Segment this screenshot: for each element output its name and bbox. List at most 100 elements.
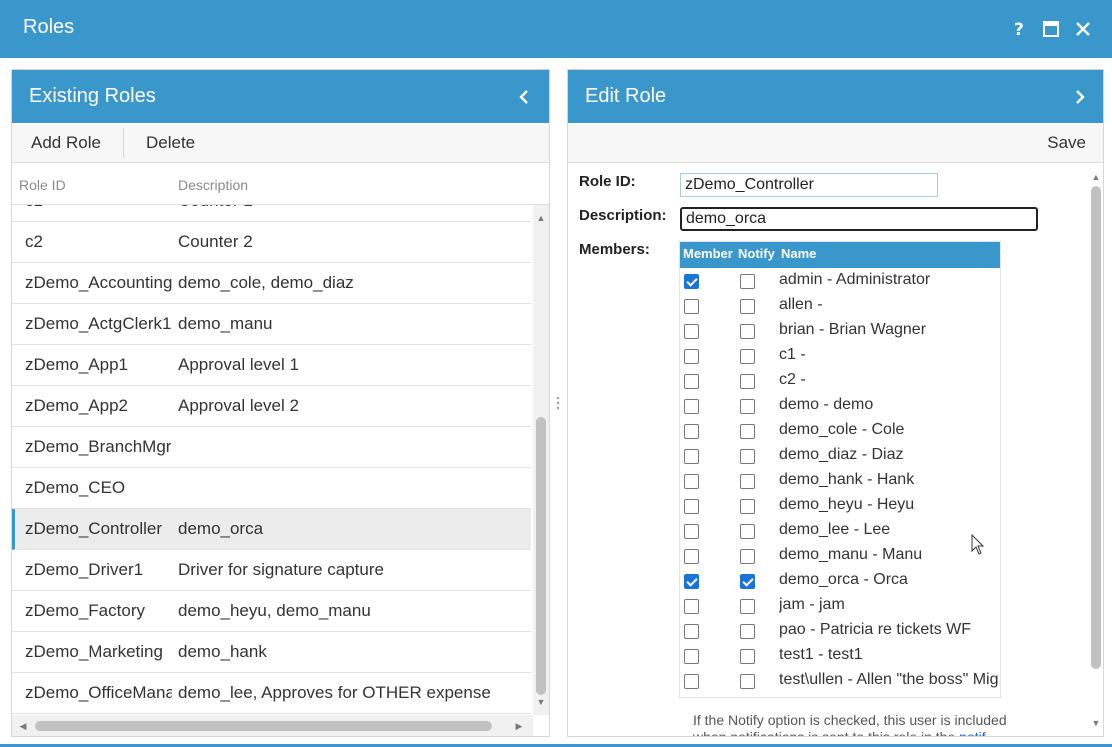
role-id-field[interactable] (680, 173, 938, 197)
table-row[interactable]: zDemo_OfficeManager demo_lee, Approves fo… (12, 673, 531, 714)
notify-checkbox[interactable] (740, 399, 755, 414)
member-checkbox[interactable] (684, 299, 699, 314)
description-cell: demo_manu (178, 314, 273, 333)
notify-help-text: If the Notify option is checked, this us… (693, 712, 1033, 736)
member-checkbox[interactable] (684, 449, 699, 464)
member-checkbox[interactable] (684, 574, 699, 589)
column-header-name[interactable]: Name (781, 246, 816, 261)
description-cell: demo_hank (178, 642, 267, 661)
notify-checkbox[interactable] (740, 674, 755, 689)
member-checkbox[interactable] (684, 649, 699, 664)
member-row: demo_diaz - Diaz (680, 444, 1000, 469)
notify-checkbox[interactable] (740, 374, 755, 389)
existing-roles-panel: Existing Roles Add Role Delete Role ID D… (11, 69, 550, 737)
roles-horizontal-scroll-thumb[interactable] (35, 721, 492, 731)
member-row: allen - (680, 294, 1000, 319)
member-name: jam - jam (779, 596, 845, 613)
notify-checkbox[interactable] (740, 499, 755, 514)
column-header-description[interactable]: Description (178, 177, 248, 193)
member-row: demo_lee - Lee (680, 519, 1000, 544)
notify-checkbox[interactable] (740, 549, 755, 564)
table-row[interactable]: zDemo_Factory demo_heyu, demo_manu (12, 591, 531, 632)
table-row[interactable]: zDemo_App2 Approval level 2 (12, 386, 531, 427)
table-row[interactable]: zDemo_CEO (12, 468, 531, 509)
add-role-button[interactable]: Add Role (31, 133, 101, 153)
collapse-right-icon[interactable] (1070, 87, 1090, 107)
table-row[interactable]: c1 Counter 1 (12, 205, 531, 222)
description-cell: Approval level 1 (178, 355, 299, 374)
roles-horizontal-scrollbar[interactable]: ◀ ▶ (12, 715, 533, 736)
table-row[interactable]: zDemo_ActgClerk1 demo_manu (12, 304, 531, 345)
scroll-down-icon[interactable]: ▼ (1091, 718, 1101, 728)
edit-role-toolbar: Save (568, 123, 1103, 163)
description-cell: demo_heyu, demo_manu (178, 601, 371, 620)
delete-button[interactable]: Delete (146, 133, 195, 153)
notify-checkbox[interactable] (740, 474, 755, 489)
member-checkbox[interactable] (684, 674, 699, 689)
member-checkbox[interactable] (684, 474, 699, 489)
collapse-left-icon[interactable] (514, 87, 534, 107)
member-checkbox[interactable] (684, 599, 699, 614)
table-row[interactable]: c2 Counter 2 (12, 222, 531, 263)
roles-grid-body: c1Counter 1c2Counter 2zDemo_Accountingde… (12, 205, 531, 715)
table-row[interactable]: zDemo_BranchMgr (12, 427, 531, 468)
roles-vertical-scroll-thumb[interactable] (536, 417, 546, 695)
member-checkbox[interactable] (684, 624, 699, 639)
close-icon[interactable] (1072, 18, 1094, 40)
table-row[interactable]: zDemo_Accounting demo_cole, demo_diaz (12, 263, 531, 304)
window-title: Roles (23, 16, 75, 38)
member-checkbox[interactable] (684, 499, 699, 514)
member-checkbox[interactable] (684, 549, 699, 564)
roles-list: c1Counter 1c2Counter 2zDemo_Accountingde… (12, 205, 531, 714)
scroll-left-icon[interactable]: ◀ (18, 721, 28, 731)
roles-vertical-scrollbar[interactable]: ▲ ▼ (533, 205, 549, 715)
maximize-icon[interactable] (1040, 18, 1062, 40)
help-icon[interactable]: ? (1009, 18, 1031, 40)
member-checkbox[interactable] (684, 324, 699, 339)
table-row[interactable]: zDemo_Marketing demo_hank (12, 632, 531, 673)
scroll-up-icon[interactable]: ▲ (536, 213, 546, 223)
member-checkbox[interactable] (684, 524, 699, 539)
panel-splitter-handle[interactable] (556, 396, 560, 410)
notify-checkbox[interactable] (740, 574, 755, 589)
table-row[interactable]: zDemo_Driver1 Driver for signature captur… (12, 550, 531, 591)
toolbar-divider (123, 128, 124, 158)
member-checkbox[interactable] (684, 374, 699, 389)
description-cell: demo_orca (178, 519, 264, 538)
column-header-role-id[interactable]: Role ID (19, 177, 66, 193)
notify-checkbox[interactable] (740, 599, 755, 614)
member-checkbox[interactable] (684, 349, 699, 364)
notify-checkbox[interactable] (740, 449, 755, 464)
column-header-member[interactable]: Member (683, 246, 733, 261)
notifications-link[interactable]: notif (959, 729, 985, 736)
scroll-up-icon[interactable]: ▲ (1091, 172, 1101, 182)
notify-help-line-1: If the Notify option is checked, this us… (693, 712, 1007, 728)
column-header-notify[interactable]: Notify (738, 246, 775, 261)
member-name: demo - demo (779, 396, 874, 413)
notify-checkbox[interactable] (740, 324, 755, 339)
notify-checkbox[interactable] (740, 524, 755, 539)
save-button[interactable]: Save (1047, 133, 1086, 153)
notify-checkbox[interactable] (740, 424, 755, 439)
member-checkbox[interactable] (684, 424, 699, 439)
scroll-right-icon[interactable]: ▶ (514, 721, 524, 731)
table-row[interactable]: zDemo_Controller demo_orca (12, 509, 531, 550)
notify-checkbox[interactable] (740, 299, 755, 314)
description-field[interactable] (680, 207, 1038, 231)
table-row[interactable]: zDemo_App1 Approval level 1 (12, 345, 531, 386)
member-row: c2 - (680, 369, 1000, 394)
member-row: demo_orca - Orca (680, 569, 1000, 594)
description-cell: Counter 2 (178, 232, 253, 251)
scroll-down-icon[interactable]: ▼ (536, 697, 546, 707)
description-cell: Counter 1 (178, 205, 528, 211)
notify-checkbox[interactable] (740, 649, 755, 664)
notify-checkbox[interactable] (740, 624, 755, 639)
notify-checkbox[interactable] (740, 349, 755, 364)
member-checkbox[interactable] (684, 399, 699, 414)
notify-checkbox[interactable] (740, 274, 755, 289)
edit-role-vertical-scroll-thumb[interactable] (1091, 186, 1101, 669)
edit-role-vertical-scrollbar[interactable]: ▲ ▼ (1087, 164, 1103, 736)
mouse-cursor-icon (971, 533, 985, 556)
member-checkbox[interactable] (684, 274, 699, 289)
member-row: demo_manu - Manu (680, 544, 1000, 569)
